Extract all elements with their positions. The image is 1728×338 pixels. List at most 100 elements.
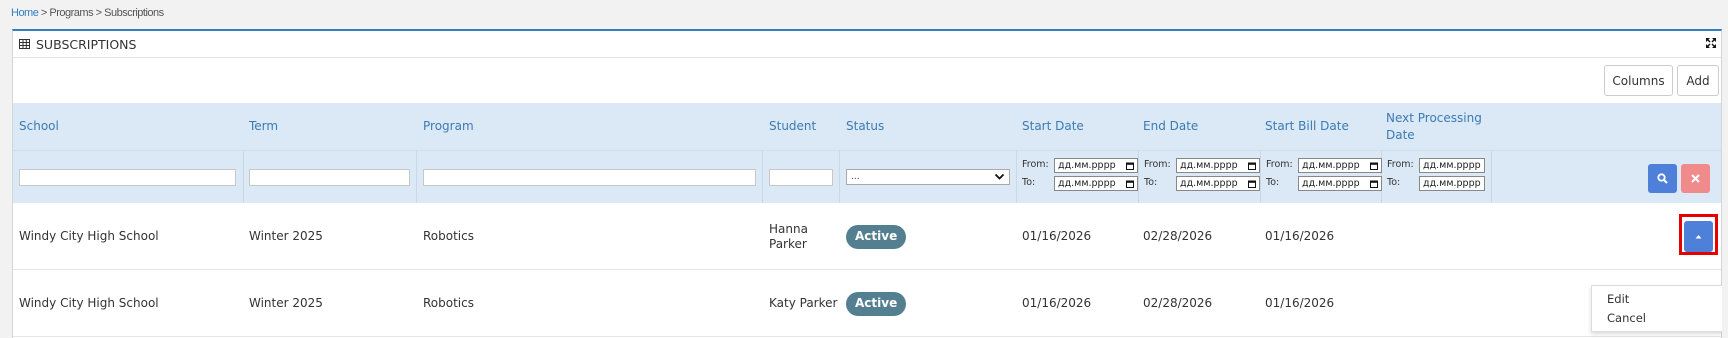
term-filter-input[interactable]: [249, 169, 410, 186]
cell-school: Windy City High School: [19, 296, 159, 310]
end-date-to-input[interactable]: дд.мм.рррр: [1176, 176, 1260, 191]
program-filter-input[interactable]: [423, 169, 756, 186]
filter-cell-status: ...: [840, 151, 1017, 204]
date-placeholder: дд.мм.рррр: [1302, 178, 1360, 189]
start-bill-date-from-input[interactable]: дд.мм.рррр: [1298, 158, 1382, 173]
menu-item-cancel[interactable]: Cancel: [1607, 311, 1646, 325]
panel-title: SUBSCRIPTIONS: [36, 36, 137, 52]
cell-term: Winter 2025: [249, 296, 323, 310]
column-header-term[interactable]: Term: [249, 103, 409, 150]
chevron-down-icon: [994, 173, 1005, 180]
cell-program: Robotics: [423, 296, 474, 310]
column-header-program[interactable]: Program: [423, 103, 753, 150]
status-filter-value: ...: [851, 172, 860, 182]
cell-term: Winter 2025: [249, 229, 323, 243]
to-label: To:: [1144, 177, 1158, 188]
start-bill-date-to-input[interactable]: дд.мм.рррр: [1298, 176, 1382, 191]
from-label: From:: [1387, 159, 1414, 170]
cell-status: Active: [846, 203, 907, 270]
column-header-status[interactable]: Status: [846, 103, 1006, 150]
filter-cell-term: [244, 151, 417, 204]
add-button[interactable]: Add: [1677, 65, 1719, 96]
next-processing-date-to-input[interactable]: дд.мм.рррр: [1419, 176, 1485, 191]
breadcrumb-separator: >: [38, 7, 50, 19]
date-placeholder: дд.мм.рррр: [1058, 160, 1116, 171]
breadcrumb-current: Subscriptions: [104, 7, 164, 19]
filter-cell-next-processing-date: From: дд.мм.рррр To: дд.мм.рррр: [1382, 151, 1492, 204]
date-placeholder: дд.мм.рррр: [1302, 160, 1360, 171]
student-filter-input[interactable]: [769, 169, 833, 186]
cell-student: Katy Parker: [769, 296, 838, 310]
clear-filters-button[interactable]: [1681, 164, 1710, 193]
from-label: From:: [1022, 159, 1049, 170]
breadcrumb-programs-link[interactable]: Programs: [49, 7, 93, 19]
date-placeholder: дд.мм.рррр: [1423, 160, 1481, 171]
cell-end-date: 02/28/2026: [1143, 296, 1213, 310]
calendar-icon[interactable]: [1370, 180, 1378, 188]
date-placeholder: дд.мм.рррр: [1180, 178, 1238, 189]
column-header-school[interactable]: School: [19, 103, 239, 150]
column-header-start-bill-date[interactable]: Start Bill Date: [1265, 103, 1375, 150]
filter-cell-program: [417, 151, 763, 204]
close-icon: [1691, 174, 1700, 183]
filter-cell-school: [13, 151, 244, 204]
column-header-end-date[interactable]: End Date: [1143, 103, 1253, 150]
calendar-icon[interactable]: [1370, 162, 1378, 170]
cell-student: Hanna Parker: [769, 221, 808, 251]
filter-cell-student: [763, 151, 840, 204]
table-header-row: School Term Program Student Status Start…: [13, 103, 1721, 150]
filter-row: ... From: дд.мм.рррр To: дд.мм.рррр From…: [13, 150, 1721, 204]
column-header-student[interactable]: Student: [769, 103, 839, 150]
table-row[interactable]: Windy City High School Winter 2025 Robot…: [13, 270, 1721, 337]
start-date-from-input[interactable]: дд.мм.рррр: [1054, 158, 1138, 173]
date-placeholder: дд.мм.рррр: [1058, 178, 1116, 189]
cell-start-bill-date: 01/16/2026: [1265, 229, 1335, 243]
date-placeholder: дд.мм.рррр: [1180, 160, 1238, 171]
cell-status: Active: [846, 270, 907, 337]
cell-start-date: 01/16/2026: [1022, 296, 1092, 310]
column-header-start-date[interactable]: Start Date: [1022, 103, 1132, 150]
calendar-icon[interactable]: [1126, 162, 1134, 170]
cell-end-date: 02/28/2026: [1143, 229, 1213, 243]
status-badge: Active: [846, 224, 907, 249]
calendar-icon[interactable]: [1248, 162, 1256, 170]
highlight-box: [1679, 214, 1718, 255]
from-label: From:: [1144, 159, 1171, 170]
breadcrumb-home-link[interactable]: Home: [11, 7, 39, 19]
from-label: From:: [1266, 159, 1293, 170]
table-row[interactable]: Windy City High School Winter 2025 Robot…: [13, 203, 1721, 270]
expand-icon[interactable]: [1705, 37, 1717, 49]
filter-cell-start-date: From: дд.мм.рррр To: дд.мм.рррр: [1017, 151, 1139, 204]
school-filter-input[interactable]: [19, 169, 236, 186]
cell-program: Robotics: [423, 229, 474, 243]
status-badge: Active: [846, 291, 907, 316]
end-date-from-input[interactable]: дд.мм.рррр: [1176, 158, 1260, 173]
cell-school: Windy City High School: [19, 229, 159, 243]
search-button[interactable]: [1648, 164, 1677, 193]
cell-start-bill-date: 01/16/2026: [1265, 296, 1335, 310]
columns-button[interactable]: Columns: [1604, 65, 1673, 96]
breadcrumb: Home > Programs > Subscriptions: [11, 7, 164, 19]
panel-header: SUBSCRIPTIONS: [13, 31, 1721, 58]
filter-cell-end-date: From: дд.мм.рррр To: дд.мм.рррр: [1139, 151, 1261, 204]
scrollbar-track[interactable]: [1722, 29, 1728, 338]
to-label: To:: [1266, 177, 1280, 188]
date-placeholder: дд.мм.рррр: [1423, 178, 1481, 189]
toolbar: Columns Add: [13, 58, 1721, 96]
calendar-icon[interactable]: [1248, 180, 1256, 188]
to-label: To:: [1022, 177, 1036, 188]
filter-cell-start-bill-date: From: дд.мм.рррр To: дд.мм.рррр: [1261, 151, 1382, 204]
row-actions-menu: Edit Cancel: [1591, 285, 1723, 332]
menu-item-edit[interactable]: Edit: [1607, 292, 1629, 306]
column-header-next-processing-date[interactable]: Next Processing Date: [1386, 103, 1486, 150]
search-icon: [1657, 173, 1668, 184]
next-processing-date-from-input[interactable]: дд.мм.рррр: [1419, 158, 1485, 173]
calendar-icon[interactable]: [1126, 180, 1134, 188]
subscriptions-panel: SUBSCRIPTIONS Columns Add School Term Pr…: [12, 29, 1723, 338]
breadcrumb-separator: >: [93, 7, 105, 19]
status-filter-select[interactable]: ...: [846, 169, 1010, 185]
cell-start-date: 01/16/2026: [1022, 229, 1092, 243]
to-label: To:: [1387, 177, 1401, 188]
start-date-to-input[interactable]: дд.мм.рррр: [1054, 176, 1138, 191]
table-grid-icon: [19, 39, 30, 49]
